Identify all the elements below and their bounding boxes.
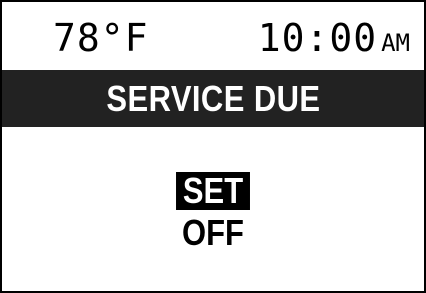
menu-option-off[interactable]: OFF — [175, 214, 251, 252]
clock: 10:00 AM — [258, 16, 410, 65]
clock-ampm: AM — [381, 29, 410, 57]
title-bar: SERVICE DUE — [2, 70, 424, 127]
option-menu: SET OFF — [2, 172, 424, 252]
page-title: SERVICE DUE — [105, 77, 321, 119]
temperature-readout: 78°F — [53, 16, 149, 60]
clock-time: 10:00 — [257, 16, 378, 60]
menu-option-set[interactable]: SET — [176, 172, 250, 210]
device-screen: 78°F 10:00 AM SERVICE DUE SET OFF — [0, 0, 426, 293]
status-bar: 78°F 10:00 AM — [2, 2, 424, 68]
